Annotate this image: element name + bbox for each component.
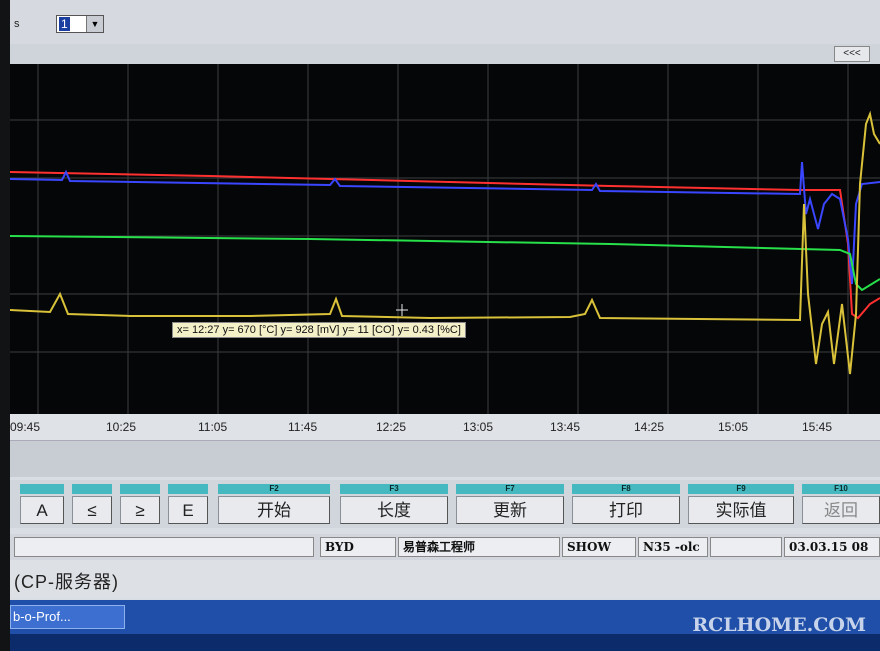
collapse-button[interactable]: <<< xyxy=(834,46,870,62)
server-label-bar: (CP-服务器) xyxy=(10,560,880,598)
fkey-cap: F10 xyxy=(802,484,880,494)
taskbar-lower xyxy=(10,634,880,651)
status-cell-empty xyxy=(14,537,314,557)
fkey-le[interactable]: ≤ xyxy=(72,484,112,526)
separator-panel xyxy=(10,440,880,477)
start-button[interactable]: 开始 xyxy=(218,496,330,524)
fkey-f9[interactable]: F9 实际值 xyxy=(688,484,794,526)
status-cell-blank xyxy=(710,537,782,557)
left-bezel xyxy=(0,0,10,651)
chevron-down-icon[interactable]: ▼ xyxy=(86,16,103,32)
status-mode: SHOW xyxy=(562,537,636,557)
fkey-f8[interactable]: F8 打印 xyxy=(572,484,680,526)
fkey-cap xyxy=(20,484,64,494)
status-datetime: 03.03.15 08 xyxy=(784,537,880,557)
toolbar-label: s xyxy=(14,18,20,30)
a-button[interactable]: A xyxy=(20,496,64,524)
app-window: s 1 ▼ <<< x= 12:27 y= 670 [°C] y= 928 [m… xyxy=(10,0,880,651)
fkey-f2[interactable]: F2 开始 xyxy=(218,484,330,526)
trend-svg xyxy=(10,64,880,414)
update-button[interactable]: 更新 xyxy=(456,496,564,524)
fkey-cap xyxy=(72,484,112,494)
fkey-e[interactable]: E xyxy=(168,484,208,526)
fkey-ge[interactable]: ≥ xyxy=(120,484,160,526)
x-tick: 15:45 xyxy=(802,420,833,434)
fkey-cap xyxy=(120,484,160,494)
fkey-cap xyxy=(168,484,208,494)
fkey-f10[interactable]: F10 返回 xyxy=(802,484,880,526)
status-program: N35 -olc xyxy=(638,537,708,557)
fkey-cap: F9 xyxy=(688,484,794,494)
greater-equal-button[interactable]: ≥ xyxy=(120,496,160,524)
back-button[interactable]: 返回 xyxy=(802,496,880,524)
fkey-cap: F3 xyxy=(340,484,448,494)
cursor-readout: x= 12:27 y= 670 [°C] y= 928 [mV] y= 11 [… xyxy=(172,322,466,338)
fkey-f7[interactable]: F7 更新 xyxy=(456,484,564,526)
x-tick: 13:45 xyxy=(550,420,581,434)
x-tick: 14:25 xyxy=(634,420,665,434)
fkey-cap: F8 xyxy=(572,484,680,494)
x-tick: 09:45 xyxy=(10,420,41,434)
toolbar-secondary: <<< xyxy=(10,44,880,64)
series-green-line xyxy=(10,235,880,292)
function-key-bar: A ≤ ≥ E F2 开始 F3 长度 F7 更新 F8 打印 F9 实际值 F… xyxy=(10,480,880,528)
print-button[interactable]: 打印 xyxy=(572,496,680,524)
x-tick: 11:05 xyxy=(198,420,228,434)
x-tick: 15:05 xyxy=(718,420,749,434)
actual-value-button[interactable]: 实际值 xyxy=(688,496,794,524)
trend-chart[interactable]: x= 12:27 y= 670 [°C] y= 928 [mV] y= 11 [… xyxy=(10,64,880,414)
less-equal-button[interactable]: ≤ xyxy=(72,496,112,524)
fkey-cap: F2 xyxy=(218,484,330,494)
status-user: 易普森工程师 xyxy=(398,537,560,557)
channel-select-value: 1 xyxy=(59,17,70,31)
x-tick: 13:05 xyxy=(463,420,494,434)
x-tick: 12:25 xyxy=(376,420,407,434)
x-tick: 10:25 xyxy=(106,420,137,434)
watermark: RCLHOME.COM xyxy=(692,614,866,636)
fkey-a[interactable]: A xyxy=(20,484,64,526)
server-label: (CP-服务器) xyxy=(14,572,119,592)
status-plant: BYD xyxy=(320,537,396,557)
time-axis: 09:45 10:25 11:05 11:45 12:25 13:05 13:4… xyxy=(10,414,880,440)
x-tick: 11:45 xyxy=(288,420,318,434)
length-button[interactable]: 长度 xyxy=(340,496,448,524)
channel-select[interactable]: 1 ▼ xyxy=(56,15,104,33)
status-bar: BYD 易普森工程师 SHOW N35 -olc 03.03.15 08 xyxy=(10,534,880,560)
taskbar-item[interactable]: b-o-Prof... xyxy=(10,605,125,629)
toolbar: s 1 ▼ xyxy=(10,0,880,45)
e-button[interactable]: E xyxy=(168,496,208,524)
fkey-f3[interactable]: F3 长度 xyxy=(340,484,448,526)
grid xyxy=(10,64,880,414)
series-blue-line xyxy=(10,161,880,285)
fkey-cap: F7 xyxy=(456,484,564,494)
